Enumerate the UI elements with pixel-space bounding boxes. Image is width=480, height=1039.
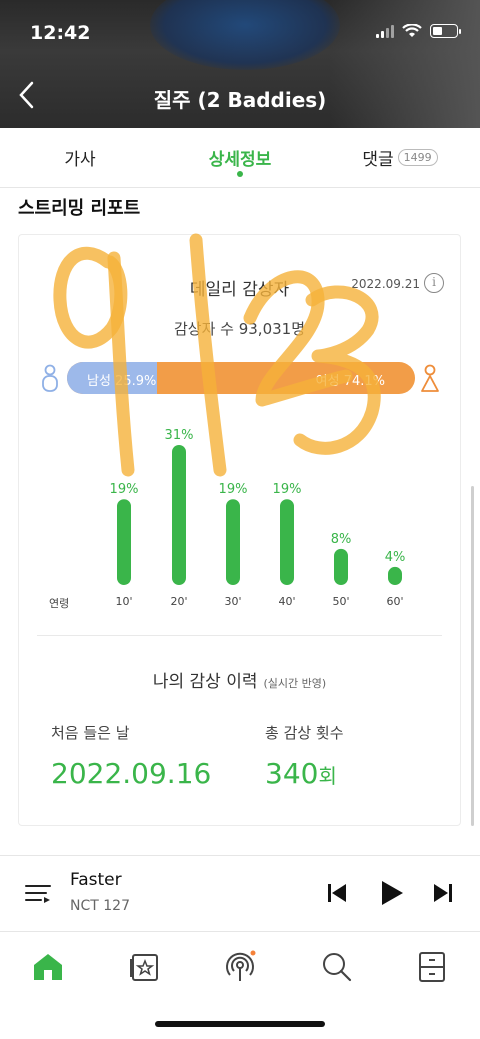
- nav-music-card[interactable]: [96, 932, 192, 1002]
- age-value-label-4: 8%: [331, 532, 352, 547]
- first-listen-label: 처음 들은 날: [51, 724, 130, 742]
- streaming-report-card: 데일리 감상자 2022.09.21 i 감상자 수 93,031명 남성 25…: [18, 234, 461, 826]
- battery-icon: [430, 24, 461, 38]
- info-icon[interactable]: i: [424, 273, 444, 293]
- report-date: 2022.09.21: [351, 277, 420, 291]
- tab-lyrics[interactable]: 가사: [0, 128, 160, 187]
- age-value-label-2: 19%: [219, 482, 248, 497]
- female-share-label: 여성 74.1%: [315, 374, 385, 389]
- age-bar-2: [226, 499, 240, 585]
- total-plays-unit: 회: [318, 764, 337, 788]
- drawer-icon: [419, 952, 445, 982]
- music-card-icon: [130, 954, 158, 981]
- nav-home[interactable]: [0, 932, 96, 1002]
- male-person-icon: [42, 364, 58, 392]
- age-bar-1: [172, 445, 186, 585]
- age-axis-title: 연령: [49, 597, 70, 610]
- previous-track-icon[interactable]: [322, 878, 352, 908]
- age-tick-label-3: 40': [278, 595, 295, 608]
- tab-lyrics-label: 가사: [64, 150, 96, 170]
- nav-drawer[interactable]: [384, 932, 480, 1002]
- history-title: 나의 감상 이력 (실시간 반영): [19, 667, 460, 692]
- age-bar-5: [388, 566, 402, 585]
- total-plays-number: 340: [265, 757, 319, 790]
- age-bar-chart: 19% 10' 31% 20' 19% 30' 19% 40' 8% 50' 4% 60': [110, 428, 406, 608]
- active-tab-dot: [237, 171, 243, 177]
- tab-details[interactable]: 상세정보: [160, 128, 320, 187]
- age-tick-label-5: 60': [386, 595, 403, 608]
- total-plays-value: 340회: [265, 757, 337, 790]
- tab-comments[interactable]: 댓글 1499: [320, 128, 480, 187]
- age-tick-label-4: 50': [332, 595, 349, 608]
- home-indicator[interactable]: [155, 1021, 325, 1027]
- podcast-icon: [226, 950, 256, 981]
- signal-icon: [376, 24, 394, 38]
- male-share-label: 남성 25.9%: [87, 374, 157, 389]
- age-value-label-0: 19%: [110, 482, 139, 497]
- tab-bar: 가사 상세정보 댓글 1499: [0, 128, 480, 188]
- age-value-label-5: 4%: [385, 550, 406, 565]
- status-time: 12:42: [30, 22, 91, 44]
- age-bar-0: [117, 499, 131, 585]
- song-header: 12:42 질주 (2 Baddies): [0, 0, 480, 128]
- search-icon: [323, 953, 352, 982]
- tab-comments-label: 댓글: [362, 150, 394, 170]
- track-artist[interactable]: NCT 127: [70, 898, 130, 914]
- play-icon[interactable]: [376, 878, 406, 908]
- comment-count-badge: 1499: [397, 149, 438, 166]
- age-tick-label-0: 10': [115, 595, 132, 608]
- section-title: 스트리밍 리포트: [18, 198, 141, 219]
- age-value-label-1: 31%: [165, 428, 194, 443]
- wifi-icon: [402, 24, 422, 37]
- nav-podcast[interactable]: [192, 932, 288, 1002]
- next-track-icon[interactable]: [428, 878, 458, 908]
- nav-search[interactable]: [288, 932, 384, 1002]
- age-tick-label-1: 20': [170, 595, 187, 608]
- playlist-icon[interactable]: [24, 880, 52, 908]
- total-plays-label: 총 감상 횟수: [265, 724, 344, 742]
- tab-details-label: 상세정보: [208, 150, 272, 170]
- listener-count: 감상자 수 93,031명: [173, 320, 306, 338]
- age-value-label-3: 19%: [273, 482, 302, 497]
- divider: [37, 635, 442, 636]
- first-listen-date: 2022.09.16: [51, 757, 212, 790]
- history-title-text: 나의 감상 이력: [152, 672, 258, 692]
- status-icons: [376, 24, 461, 38]
- gender-ratio: 남성 25.9% 여성 74.1%: [39, 360, 439, 396]
- scrollbar[interactable]: [471, 486, 474, 826]
- age-tick-label-2: 30': [224, 595, 241, 608]
- track-title[interactable]: Faster: [70, 870, 122, 890]
- gender-bar: 남성 25.9% 여성 74.1%: [67, 362, 415, 394]
- age-bar-3: [280, 499, 294, 585]
- bottom-navigation: [0, 932, 480, 1002]
- age-bar-4: [334, 548, 348, 585]
- female-person-icon: [421, 364, 439, 392]
- home-icon: [34, 954, 62, 980]
- page-title: 질주 (2 Baddies): [153, 88, 327, 112]
- history-subtitle: (실시간 반영): [263, 677, 327, 690]
- mini-player[interactable]: Faster NCT 127: [0, 855, 480, 932]
